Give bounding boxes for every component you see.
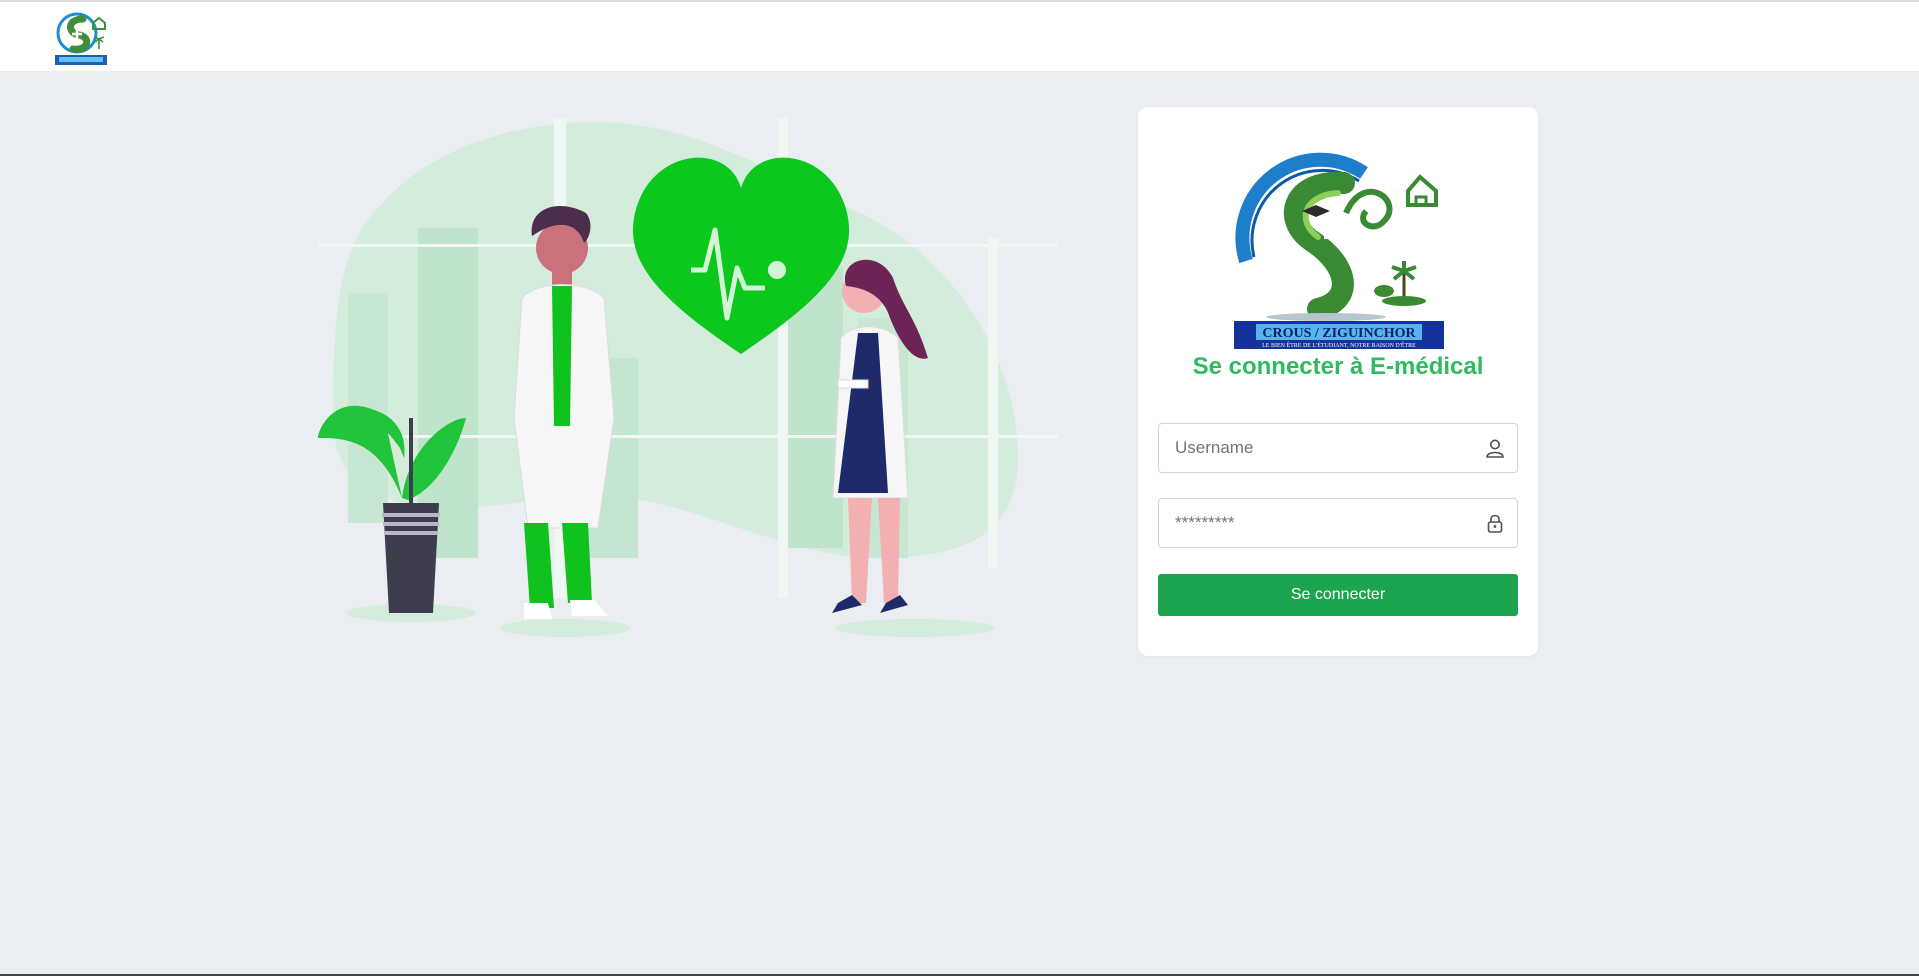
- username-field[interactable]: [1158, 423, 1518, 473]
- top-navbar: [0, 0, 1919, 71]
- page-title: Se connecter à E-médical: [1192, 353, 1484, 380]
- lock-icon: [1485, 513, 1505, 533]
- logo-tagline-text: LE BIEN ÊTRE DE L'ÉTUDIANT, NOTRE RAISON…: [1262, 341, 1416, 349]
- doctors-heart-illustration: [318, 118, 1058, 648]
- logo-banner-text: CROUS / ZIGUINCHOR: [1262, 326, 1416, 341]
- password-field[interactable]: [1158, 498, 1518, 548]
- crous-ziguinchor-logo: CROUS / ZIGUINCHOR LE BIEN ÊTRE DE L'ÉTU…: [1234, 151, 1444, 351]
- login-button[interactable]: Se connecter: [1158, 574, 1518, 616]
- username-input[interactable]: [1159, 424, 1479, 472]
- password-input[interactable]: [1159, 499, 1479, 547]
- crous-logo-icon[interactable]: [53, 9, 109, 69]
- user-icon: [1485, 438, 1505, 458]
- login-card: CROUS / ZIGUINCHOR LE BIEN ÊTRE DE L'ÉTU…: [1138, 107, 1538, 656]
